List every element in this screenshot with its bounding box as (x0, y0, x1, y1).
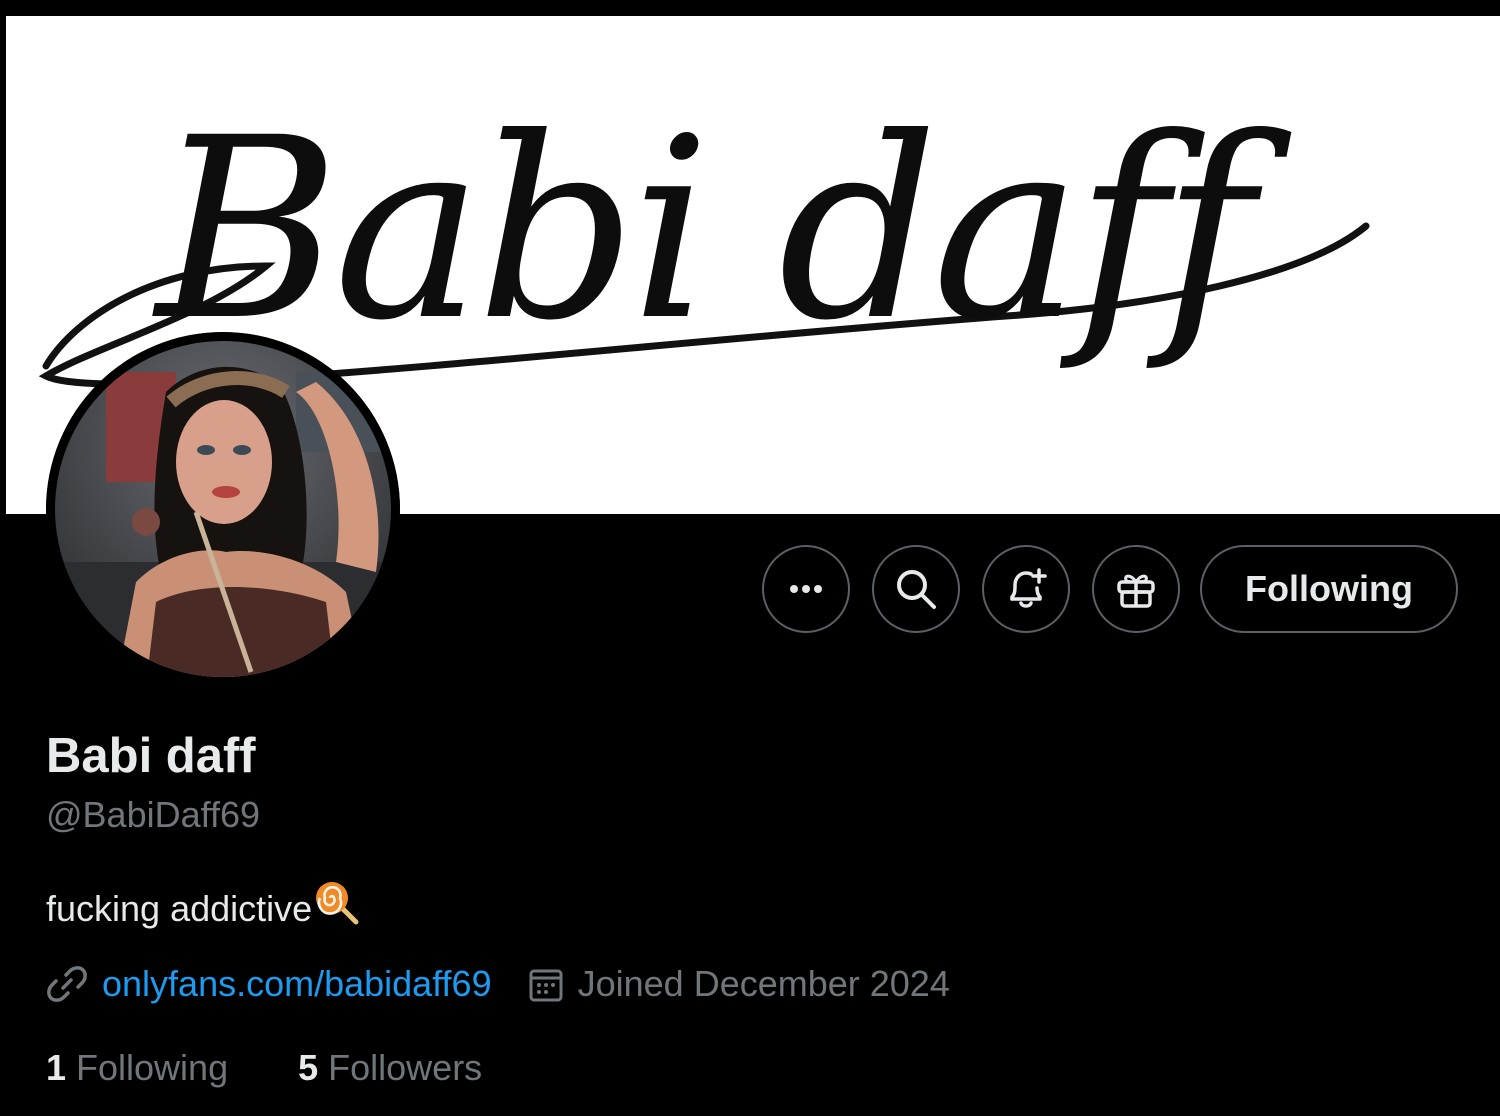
followers-count: 5 (298, 1047, 319, 1088)
joined-row: Joined December 2024 (528, 963, 950, 1005)
top-strip (0, 0, 1500, 16)
followers-stat[interactable]: 5 Followers (298, 1047, 482, 1089)
lollipop-icon (314, 880, 360, 938)
avatar-photo (46, 332, 400, 686)
profile-bio: fucking addictive (46, 880, 360, 938)
followers-label: Followers (328, 1047, 483, 1088)
link-icon (47, 966, 87, 1002)
profile-meta: onlyfans.com/babidaff69 Joined December … (46, 960, 950, 1008)
more-button[interactable] (762, 545, 850, 633)
joined-date: Joined December 2024 (577, 963, 950, 1004)
following-button[interactable]: Following (1200, 545, 1458, 633)
profile-avatar[interactable] (46, 332, 400, 686)
calendar-icon (529, 969, 563, 1002)
profile-link-row: onlyfans.com/babidaff69 (46, 963, 492, 1005)
gift-icon (1117, 574, 1155, 608)
profile-website-link[interactable]: onlyfans.com/babidaff69 (102, 963, 492, 1005)
bio-text: fucking addictive (46, 888, 313, 929)
bell-plus-icon (1010, 568, 1047, 608)
search-button[interactable] (872, 545, 960, 633)
notify-button[interactable] (982, 545, 1070, 633)
gift-button[interactable] (1092, 545, 1180, 633)
user-handle: @BabiDaff69 (46, 794, 261, 835)
display-name: Babi daff (46, 729, 256, 783)
search-icon (897, 570, 936, 609)
following-label: Following (76, 1047, 229, 1088)
following-stat[interactable]: 1 Following (46, 1047, 228, 1089)
profile-page: Babi daff Following Babi daff @BabiDaff6… (0, 0, 1500, 1116)
more-icon (790, 585, 822, 593)
following-count: 1 (46, 1047, 67, 1088)
follow-stats: 1 Following 5 Followers (46, 1044, 482, 1092)
